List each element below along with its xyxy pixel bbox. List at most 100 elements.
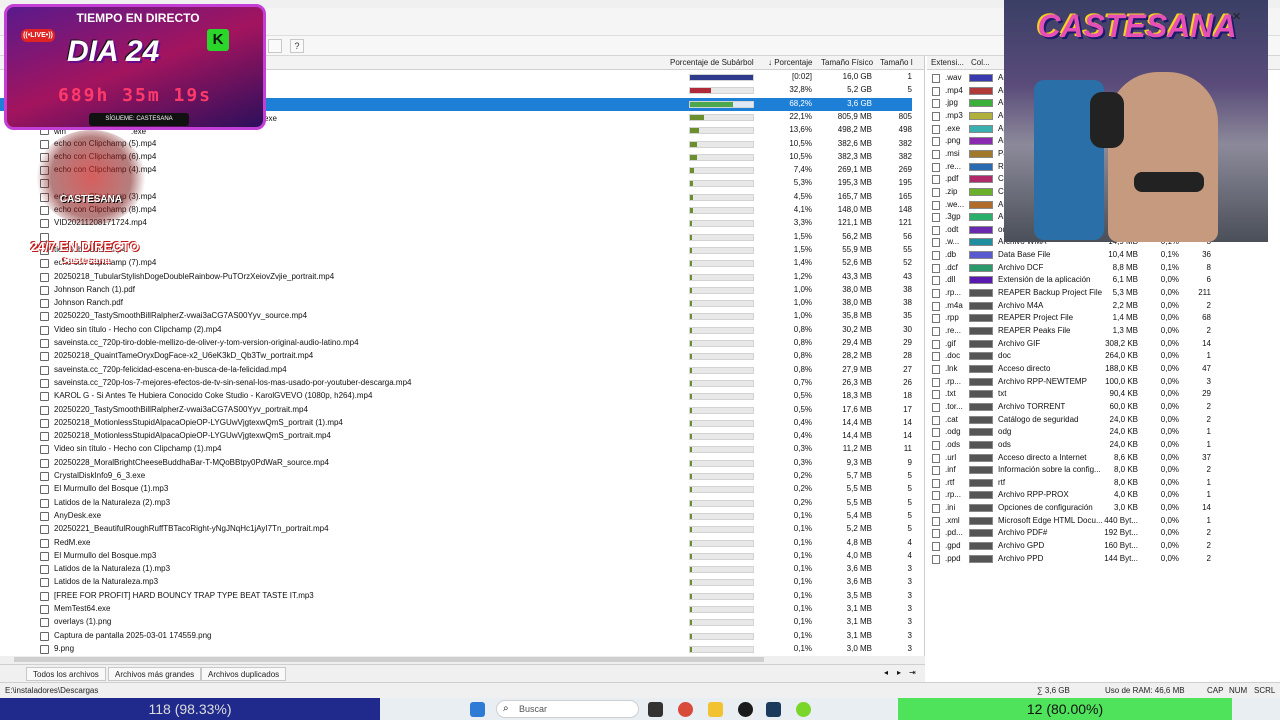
table-row[interactable]: echo con Clipchamp (8).mp44,1%148,0 MB14… (0, 204, 912, 217)
extension-row[interactable]: .gif Archivo GIF 308,2 KB 0,0% 14 (927, 338, 1280, 351)
extension-name: .ini (945, 503, 956, 513)
table-row[interactable]: Latidos de la Naturaleza (1).mp3 0,1% 3,6 … (0, 563, 912, 576)
tab-scroll-end-icon[interactable]: ⇥ (909, 668, 916, 677)
extension-row[interactable]: .lnk Acceso directo 188,0 KB 0,0% 47 (927, 363, 1280, 376)
toolbar-icon-button[interactable] (268, 39, 282, 53)
extension-row[interactable]: .ini Opciones de configuración 3,0 KB 0,0% 1… (927, 502, 1280, 515)
file-size: 26,3 MB (842, 377, 872, 387)
extension-row[interactable]: .dll Extensión de la aplicación 6,1 MB 0,0%… (927, 274, 1280, 287)
help-button[interactable]: ? (290, 39, 304, 53)
tab-scroll-right-icon[interactable]: ▸ (897, 668, 901, 677)
subtree-percent-bar (689, 127, 754, 135)
extension-color-swatch (969, 149, 993, 158)
table-row[interactable]: saveinsta.cc_720p-los-7-mejores-efectos-… (0, 377, 912, 390)
table-row[interactable]: Captura de pantalla 2025-03-01 174559.pn… (0, 630, 912, 643)
tab-largest-files[interactable]: Archivos más grandes (108, 667, 202, 681)
taskbar-search-input[interactable]: ⌕ Buscar (496, 700, 639, 718)
table-row[interactable]: El Murmullo del Bosque (1).mp3 0,2% 5,5 MB… (0, 483, 912, 496)
table-row[interactable]: 20250218_QuaintTameOryxDogFace-x2_U6eK3k… (0, 350, 912, 363)
scrollbar-thumb[interactable] (14, 657, 764, 662)
table-row[interactable]: [FREE FOR PROFIT] HARD BOUNCY TRAP TYPE … (0, 590, 912, 603)
extension-row[interactable]: .url Acceso directo a Internet 8,6 KB 0,0% 3… (927, 452, 1280, 465)
extension-row[interactable]: .db Data Base File 10,4 MB 0,1% 36 (927, 249, 1280, 262)
table-row[interactable]: MemTest64.exe 0,1% 3,1 MB 3 (0, 603, 912, 616)
table-row[interactable]: 20250218_MotionlessStupidAlpacaOpieOP-LY… (0, 417, 912, 430)
table-row[interactable]: CrystalDiskInfo9_6_3.exe 0,2% 5,7 MB 5 (0, 470, 912, 483)
table-row[interactable]: Johnson Ranch.pdf 1,0% 38,0 MB 38 (0, 297, 912, 310)
extension-row[interactable]: .cat Catálogo de seguridad 24,0 KB 0,0% 2 (927, 414, 1280, 427)
table-row[interactable]: El Murmullo del Bosque.mp3 0,1% 4,0 MB 4 (0, 550, 912, 563)
table-row[interactable]: 20250218_MotionlessStupidAlpacaOpieOP-LY… (0, 430, 912, 443)
obs-icon[interactable] (738, 702, 753, 717)
tab-scroll-left-icon[interactable]: ◂ (884, 668, 888, 677)
extension-description: txt (998, 389, 1007, 399)
subtree-percent-fill (690, 128, 699, 134)
extension-row[interactable]: .rp... Archivo RPP-NEWTEMP 100,0 KB 0,0% 3 (927, 376, 1280, 389)
extension-row[interactable]: .xml Microsoft Edge HTML Docu... 440 Byt..… (927, 515, 1280, 528)
extension-color-swatch (969, 428, 993, 437)
file-explorer-icon[interactable] (708, 702, 723, 717)
file-icon (40, 392, 49, 402)
extension-row[interactable]: .re... REAPER Peaks File 1,3 MB 0,0% 2 (927, 325, 1280, 338)
table-row[interactable]: Johnson Ranch (1).pdf 1,0% 38,0 MB 38 (0, 284, 912, 297)
column-physical-size[interactable]: Tamaño Físico (821, 58, 873, 67)
column-alloc-size[interactable]: Tamaño I (880, 58, 913, 67)
column-extension[interactable]: Extensi... (931, 58, 964, 67)
subtree-percent-bar (689, 313, 754, 321)
tab-all-files[interactable]: Todos los archivos (26, 667, 106, 681)
extension-row[interactable]: .rp... Archivo RPP-PROX 4,0 KB 0,0% 1 (927, 489, 1280, 502)
extension-row[interactable]: .ppd Archivo PPD 144 Byt... 0,0% 2 (927, 553, 1280, 566)
extension-size: 160 Byt... (1104, 541, 1138, 551)
table-row[interactable]: AnyDesk.exe 0,1% 5,4 MB 5 (0, 510, 912, 523)
subtree-percent-fill (690, 394, 692, 400)
table-row[interactable]: 20250221_BeautifulRoughRuffTBTacoRight-y… (0, 523, 912, 536)
extension-size: 100,0 KB (1105, 376, 1138, 386)
app-icon[interactable] (796, 702, 811, 717)
table-row[interactable]: 20250218_TubularStylishDogeDoubleRainbow… (0, 271, 912, 284)
table-row[interactable]: VID20211208171724.mp43,3%121,1 MB121 (0, 217, 912, 230)
extension-row[interactable]: .m4a Archivo M4A 2,2 MB 0,0% 2 (927, 300, 1280, 313)
table-row[interactable]: 20250220_TastySmoothBillRalpherZ-vwai3aC… (0, 310, 912, 323)
column-percent[interactable]: ↓ Porcentaje (768, 58, 812, 67)
table-row[interactable]: RedM.exe 0,1% 4,8 MB 4 (0, 537, 912, 550)
table-row[interactable]: Latidos de la Naturaleza.mp3 0,1% 3,6 MB 3 (0, 576, 912, 589)
table-row[interactable]: 20250228_MoralBrightCheeseBuddhaBar-T-MQ… (0, 457, 912, 470)
table-row[interactable]: saveinsta.cc_720p-felicidad-escena-en-bu… (0, 364, 912, 377)
table-row[interactable]: overlays (1).png 0,1% 3,1 MB 3 (0, 616, 912, 629)
extension-row[interactable]: .ods ods 24,0 KB 0,0% 1 (927, 439, 1280, 452)
table-row[interactable]: Video sin título - Hecho con Clipchamp (… (0, 324, 912, 337)
extension-row[interactable]: .rtf rtf 8,0 KB 0,0% 1 (927, 477, 1280, 490)
table-row[interactable]: saveinsta.cc_720p-tiro-doble-mellizo-de-… (0, 337, 912, 350)
subtree-percent-fill (690, 221, 692, 227)
extension-row[interactable]: .rpp REAPER Project File 1,4 MB 0,0% 68 (927, 312, 1280, 325)
tab-duplicate-files[interactable]: Archivos duplicados (201, 667, 287, 681)
table-row[interactable]: KAROL G - Si Antes Te Hubiera Conocido C… (0, 390, 912, 403)
table-row[interactable]: 20250220_TastySmoothBillRalpherZ-vwai3aC… (0, 404, 912, 417)
extension-row[interactable]: .txt txt 90,4 KB 0,0% 29 (927, 388, 1280, 401)
extension-row[interactable]: .dcf Archivo DCF 8,8 MB 0,1% 8 (927, 262, 1280, 275)
chrome-icon[interactable] (678, 702, 693, 717)
table-row[interactable]: 9.png 0,1% 3,0 MB 3 (0, 643, 912, 656)
start-icon[interactable] (470, 702, 485, 717)
extension-description: Archivo RPP-NEWTEMP (998, 376, 1087, 386)
extension-row[interactable]: .rp... REAPER Backup Project File 5,3 MB 0,… (927, 287, 1280, 300)
extension-row[interactable]: .doc doc 264,0 KB 0,0% 1 (927, 350, 1280, 363)
file-icon (40, 352, 49, 362)
extension-row[interactable]: .gpd Archivo GPD 160 Byt... 0,0% 2 (927, 540, 1280, 553)
close-icon[interactable]: ✕ (1232, 10, 1241, 23)
horizontal-scrollbar[interactable] (0, 656, 925, 664)
steam-icon[interactable] (766, 702, 781, 717)
extension-percent: 0,0% (1160, 300, 1179, 310)
column-color[interactable]: Col... (971, 58, 990, 67)
table-row[interactable]: echo con Clipchamp (5).mp410,5%382,6 MB3… (0, 138, 912, 151)
table-row[interactable]: Video sin título - Hecho con Clipchamp (… (0, 443, 912, 456)
extension-row[interactable]: .odg odg 24,0 KB 0,0% 1 (927, 426, 1280, 439)
extension-percent: 0,1% (1160, 262, 1179, 272)
extension-row[interactable]: .inf Información sobre la config... 8,0 KB… (927, 464, 1280, 477)
extension-row[interactable]: .pd... Archivo PDF# 192 Byt... 0,0% 2 (927, 527, 1280, 540)
table-row[interactable]: Latidos de la Naturaleza (2).mp3 0,2% 5,5 … (0, 497, 912, 510)
column-subtree-percent[interactable]: Porcentaje de Subárbol (670, 58, 754, 67)
task-view-icon[interactable] (648, 702, 663, 717)
extension-row[interactable]: .tor... Archivo TORRENT 60,0 KB 0,0% 2 (927, 401, 1280, 414)
file-percent: 0,1% (793, 604, 812, 613)
